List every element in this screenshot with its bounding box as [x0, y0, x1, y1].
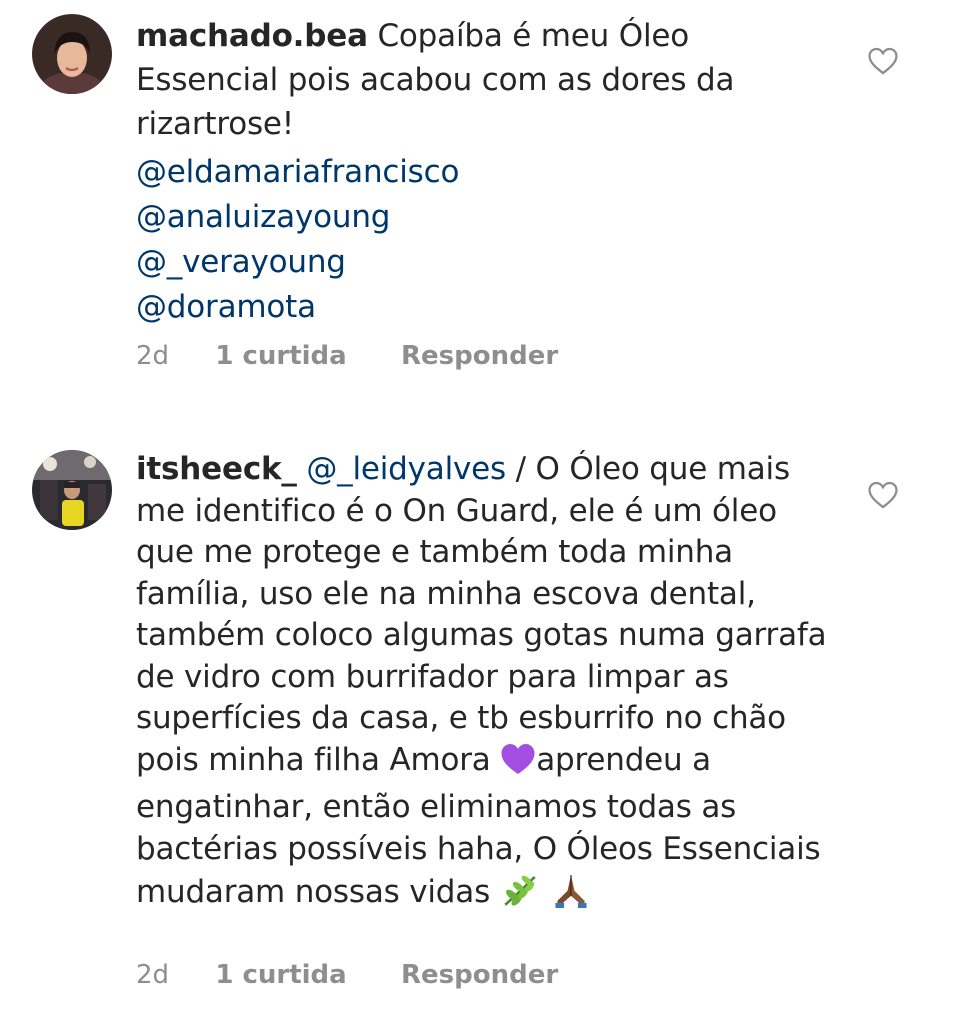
avatar-image — [32, 450, 112, 530]
username[interactable]: itsheeck_ — [136, 451, 297, 487]
timestamp: 2d — [136, 960, 170, 990]
comment-body: itsheeck_ @_leidyalves / O Óleo que mais… — [136, 449, 836, 920]
reply-button[interactable]: Responder — [401, 955, 558, 995]
comment-meta: 2d 1 curtida Responder — [136, 336, 558, 376]
mention-link[interactable]: @eldamariafrancisco — [136, 150, 836, 195]
likes-count[interactable]: 1 curtida — [215, 955, 346, 995]
mention-link[interactable]: @_leidyalves — [306, 451, 506, 487]
comment-meta: 2d 1 curtida Responder — [136, 955, 558, 995]
mention-link[interactable]: @_verayoung — [136, 240, 836, 285]
reply-button[interactable]: Responder — [401, 336, 558, 376]
mention-link[interactable]: @analuizayoung — [136, 195, 836, 240]
mention-link[interactable]: @doramota — [136, 285, 836, 330]
purple-heart-icon — [500, 742, 536, 788]
folded-hands-icon — [549, 870, 593, 920]
avatar[interactable] — [32, 14, 112, 94]
likes-count[interactable]: 1 curtida — [215, 336, 346, 376]
like-heart-icon[interactable] — [866, 44, 900, 78]
herb-icon — [500, 872, 540, 920]
like-heart-icon[interactable] — [866, 478, 900, 512]
username[interactable]: machado.bea — [136, 18, 368, 54]
comment-text: / O Óleo que mais me identifico é o On G… — [136, 451, 827, 778]
comment-body: machado.bea Copaíba é meu Óleo Essencial… — [136, 14, 836, 330]
avatar-image — [32, 14, 112, 94]
timestamp: 2d — [136, 341, 170, 371]
avatar[interactable] — [32, 450, 112, 530]
